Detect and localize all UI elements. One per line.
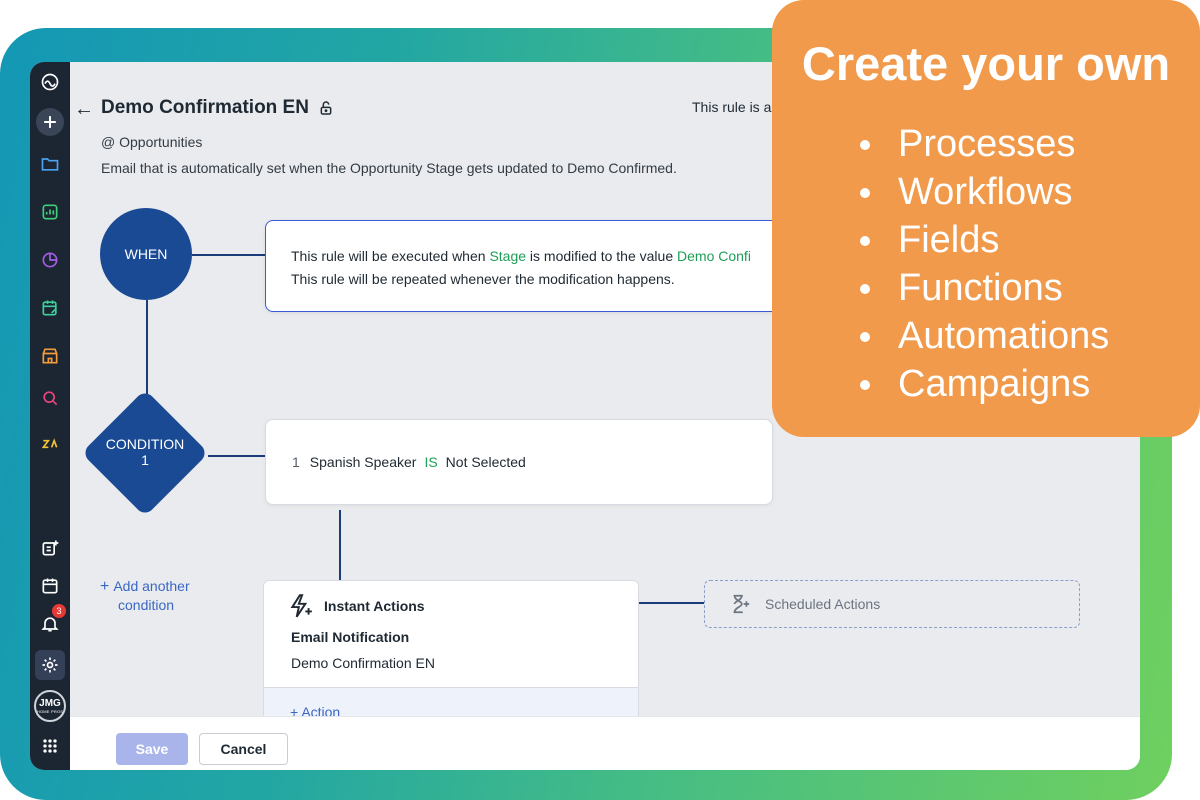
avatar[interactable]: JMG HOME PROS (34, 690, 66, 722)
notifications-bell-icon[interactable]: 3 (38, 604, 66, 636)
create-new-button[interactable] (36, 108, 64, 136)
scheduled-actions-label: Scheduled Actions (765, 596, 881, 612)
editor-footer: Save Cancel (70, 716, 1140, 770)
avatar-subtext: HOME PROS (36, 709, 64, 714)
when-node[interactable]: WHEN (100, 208, 192, 300)
feature-item: Functions (860, 264, 1109, 312)
scheduled-actions-button[interactable]: Scheduled Actions (704, 580, 1080, 628)
trigger-line-2: This rule will be repeated whenever the … (291, 271, 675, 287)
feature-item: Campaigns (860, 360, 1109, 408)
trigger-field: Stage (489, 248, 527, 264)
actions-scheduled-connector (639, 602, 704, 604)
store-icon[interactable] (38, 344, 62, 368)
back-arrow-icon[interactable]: ← (74, 98, 94, 121)
analytics-pie-icon[interactable] (38, 248, 62, 272)
feature-item: Fields (860, 216, 1109, 264)
trigger-prefix: This rule will be executed when (291, 248, 490, 264)
email-notification-value[interactable]: Demo Confirmation EN (291, 655, 435, 671)
calendar-edit-icon[interactable] (38, 296, 62, 320)
criteria-operator: IS (424, 454, 438, 470)
condition-actions-connector (339, 510, 341, 580)
lock-icon[interactable] (318, 100, 334, 121)
app-logo-icon[interactable] (38, 70, 62, 94)
email-notification-label: Email Notification (291, 629, 410, 645)
feature-callout: Create your own Processes Workflows Fiel… (772, 0, 1200, 437)
apps-grid-icon[interactable] (38, 734, 62, 758)
add-another-condition-link[interactable]: + Add another condition (100, 577, 190, 614)
feature-item: Automations (860, 312, 1109, 360)
trigger-mid: is modified to the value (526, 248, 678, 264)
criteria-field: Spanish Speaker (309, 454, 417, 470)
feature-item: Processes (860, 120, 1109, 168)
search-insights-icon[interactable] (38, 386, 62, 410)
settings-gear-icon[interactable] (35, 650, 65, 680)
condition-node-label: CONDITION 1 (92, 436, 198, 468)
calendar-icon[interactable] (38, 574, 62, 598)
sidebar: 3 JMG HOME PROS (30, 62, 70, 770)
rule-status-text: This rule is ac (692, 99, 779, 115)
notification-badge: 3 (52, 604, 66, 618)
trigger-value: Demo Confi (677, 248, 751, 264)
condition-card[interactable]: 1 Spanish Speaker IS Not Selected (265, 419, 773, 505)
condition-label-number: 1 (141, 452, 149, 468)
page-title: Demo Confirmation EN (101, 97, 309, 118)
add-note-icon[interactable] (38, 536, 62, 560)
when-connector-horizontal (192, 254, 265, 256)
trigger-line-1: This rule will be executed when Stage is… (291, 245, 784, 268)
marketing-canvas: 3 JMG HOME PROS ← Demo Confirmation EN T… (0, 0, 1200, 800)
feature-list: Processes Workflows Fields Functions Aut… (860, 120, 1109, 408)
save-button[interactable]: Save (116, 733, 188, 765)
when-condition-connector (146, 300, 148, 394)
hourglass-plus-icon (733, 594, 750, 614)
cancel-button[interactable]: Cancel (199, 733, 288, 765)
criteria-number: 1 (292, 454, 300, 470)
callout-title: Create your own (801, 37, 1171, 90)
criteria-value: Not Selected (445, 454, 526, 470)
feature-item: Workflows (860, 168, 1109, 216)
avatar-initials: JMG (39, 698, 61, 709)
zia-icon[interactable] (38, 432, 62, 456)
add-condition-text-2: condition (118, 597, 175, 613)
rule-description: Email that is automatically set when the… (101, 160, 677, 176)
condition-label-text: CONDITION (105, 436, 185, 452)
condition-connector-horizontal (208, 455, 265, 457)
add-condition-text-1: Add another (113, 578, 190, 594)
instant-actions-title: Instant Actions (324, 598, 425, 614)
lightning-plus-icon (288, 593, 314, 624)
when-trigger-card[interactable]: This rule will be executed when Stage is… (265, 220, 785, 312)
reports-icon[interactable] (38, 200, 62, 224)
module-label: @ Opportunities (101, 134, 203, 150)
add-plus-icon: + (100, 578, 110, 595)
folder-icon[interactable] (38, 152, 62, 176)
instant-actions-card: Instant Actions Email Notification Demo … (263, 580, 639, 730)
